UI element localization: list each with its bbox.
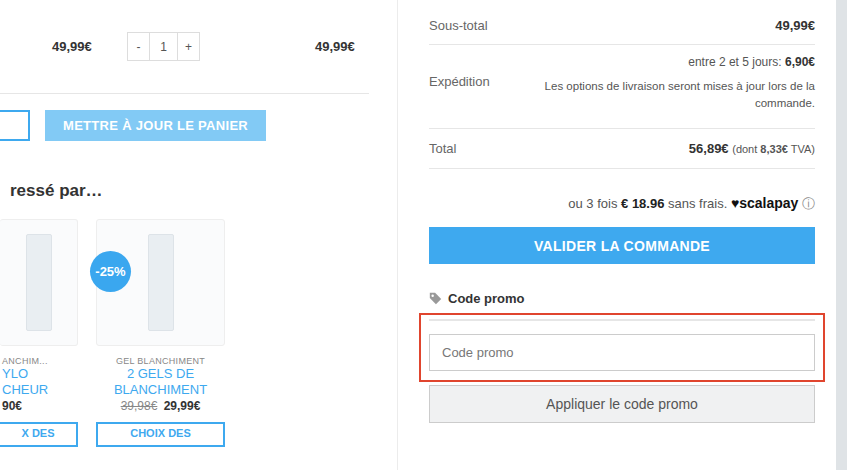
choose-button[interactable]: CHOIX DES <box>96 422 225 447</box>
divider <box>429 319 815 321</box>
total-value: 56,89€ (dont 8,33€ TVA) <box>689 141 815 156</box>
current-price: 90€ <box>2 399 22 413</box>
total-row: Total 56,89€ (dont 8,33€ TVA) <box>429 129 815 169</box>
cart-page: 49,99€ - 1 + 49,99€ METTRE À JOUR LE PAN… <box>0 0 836 470</box>
product-card[interactable]: -25% GEL BLANCHIMENT 2 GELS DEBLANCHIMEN… <box>96 219 225 447</box>
apply-promo-button[interactable]: Appliquer le code promo <box>429 385 815 423</box>
product-box-icon <box>26 234 52 331</box>
shipping-row: Expédition entre 2 et 5 jours: 6,90€ Les… <box>429 45 815 129</box>
quantity-stepper: - 1 + <box>127 32 200 61</box>
product-box-icon <box>148 234 174 331</box>
installments-line: ou 3 fois € 18.96 sans frais. ♥scalapay … <box>429 195 815 213</box>
product-name[interactable]: BLANCHIMENT <box>96 382 225 398</box>
quantity-input[interactable]: 1 <box>149 33 178 60</box>
checkout-button[interactable]: VALIDER LA COMMANDE <box>429 227 815 264</box>
tag-icon <box>429 292 442 305</box>
old-price: 39,98€ <box>121 399 158 413</box>
discount-badge: -25% <box>90 251 131 292</box>
product-name[interactable]: YLO <box>2 366 78 382</box>
promo-heading: Code promo <box>429 291 815 306</box>
cut-button[interactable] <box>0 110 30 141</box>
plus-button[interactable]: + <box>178 33 199 60</box>
subtotal-row: Sous-total 49,99€ <box>429 14 815 45</box>
update-cart-button[interactable]: METTRE À JOUR LE PANIER <box>45 110 266 141</box>
totals-column: Sous-total 49,99€ Expédition entre 2 et … <box>398 0 836 470</box>
total-label: Total <box>429 141 456 156</box>
product-image[interactable]: -25% <box>96 219 225 346</box>
product-list: ANCHIM... YLOCHEUR 90€ X DES -25% GEL BL… <box>0 219 397 447</box>
scalapay-logo: ♥scalapay <box>731 195 798 211</box>
product-image[interactable] <box>0 219 78 346</box>
subtotal-value: 49,99€ <box>775 18 815 33</box>
line-total: 49,99€ <box>315 39 369 54</box>
promo-highlight: Code promo <box>419 313 825 382</box>
related-heading: ressé par… <box>10 181 397 201</box>
cart-column: 49,99€ - 1 + 49,99€ METTRE À JOUR LE PAN… <box>0 0 398 470</box>
cart-actions: METTRE À JOUR LE PANIER <box>0 110 397 141</box>
product-name[interactable]: CHEUR <box>2 382 78 398</box>
shipping-label: Expédition <box>429 74 490 112</box>
product-price: 39,98€ 29,99€ <box>96 399 225 413</box>
shipping-details: entre 2 et 5 jours: 6,90€ Les options de… <box>525 55 815 112</box>
shipping-option[interactable]: entre 2 et 5 jours: 6,90€ <box>525 55 815 69</box>
minus-button[interactable]: - <box>128 33 149 60</box>
info-icon[interactable]: ⓘ <box>802 196 815 211</box>
product-category: ANCHIM... <box>2 356 78 366</box>
product-category: GEL BLANCHIMENT <box>96 356 225 366</box>
current-price: 29,99€ <box>164 399 201 413</box>
shipping-note: Les options de livraison seront mises à … <box>525 78 815 112</box>
promo-input[interactable]: Code promo <box>429 334 815 371</box>
product-name[interactable]: 2 GELS DE <box>96 366 225 382</box>
product-card[interactable]: ANCHIM... YLOCHEUR 90€ X DES <box>0 219 78 447</box>
subtotal-label: Sous-total <box>429 18 488 33</box>
cart-row: 49,99€ - 1 + 49,99€ <box>0 0 369 94</box>
unit-price: 49,99€ <box>52 39 127 54</box>
product-price: 90€ <box>2 399 78 413</box>
choose-button[interactable]: X DES <box>0 422 78 447</box>
